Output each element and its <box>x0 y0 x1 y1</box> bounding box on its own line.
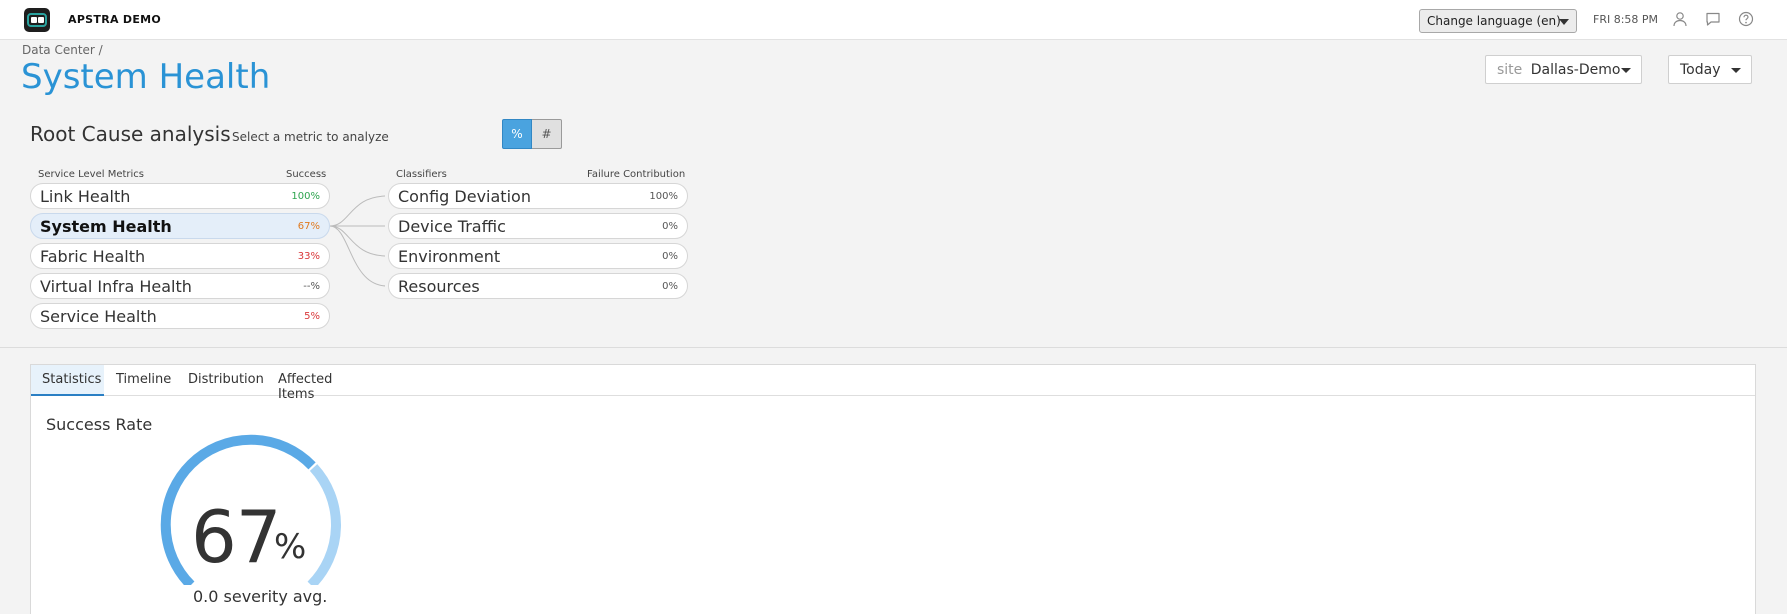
tab-statistics[interactable]: Statistics <box>31 365 104 396</box>
success-rate-unit: % <box>274 527 307 567</box>
top-bar: APSTRA DEMO Change language (en) FRI 8:5… <box>0 0 1787 40</box>
metric-pill-service-health[interactable]: Service Health 5% <box>30 303 330 329</box>
rca-title: Root Cause analysis <box>30 122 231 146</box>
metric-name: Fabric Health <box>40 247 146 266</box>
classifier-failure-value: 0% <box>662 281 678 292</box>
details-panel: Statistics Timeline Distribution Affecte… <box>30 364 1756 614</box>
metric-name: Service Health <box>40 307 157 326</box>
language-select-label: Change language (en) <box>1427 14 1561 28</box>
classifier-pill-resources[interactable]: Resources 0% <box>388 273 688 299</box>
success-column-header: Success <box>286 169 327 180</box>
classifier-failure-value: 100% <box>649 191 678 202</box>
classifier-pill-device-traffic[interactable]: Device Traffic 0% <box>388 213 688 239</box>
metrics-column-header: Service Level Metrics <box>38 169 145 180</box>
classifier-connector-lines <box>329 195 385 287</box>
tab-affected-items[interactable]: Affected Items <box>278 365 368 402</box>
classifier-name: Device Traffic <box>398 217 506 236</box>
chevron-down-icon <box>1621 68 1631 73</box>
classifier-pill-environment[interactable]: Environment 0% <box>388 243 688 269</box>
classifier-failure-value: 0% <box>662 251 678 262</box>
section-divider <box>0 347 1787 348</box>
classifiers-column-header: Classifiers <box>396 169 447 180</box>
metric-success-value: --% <box>303 281 320 292</box>
chat-icon[interactable] <box>1705 11 1721 27</box>
metric-success-value: 5% <box>304 311 320 322</box>
metric-name: Link Health <box>40 187 131 206</box>
metric-success-value: 100% <box>291 191 320 202</box>
time-range-dropdown[interactable]: Today <box>1668 55 1752 84</box>
user-icon[interactable] <box>1672 11 1688 27</box>
clock: FRI 8:58 PM <box>1593 13 1659 26</box>
count-toggle-button[interactable]: # <box>532 119 562 149</box>
chevron-down-icon <box>1559 19 1569 25</box>
percent-toggle-button[interactable]: % <box>502 119 532 149</box>
site-dropdown-label: site <box>1497 62 1523 78</box>
failure-column-header: Failure Contribution <box>587 169 686 180</box>
help-icon[interactable] <box>1738 11 1754 27</box>
classifier-failure-value: 0% <box>662 221 678 232</box>
page-title: System Health <box>21 57 271 97</box>
chevron-down-icon <box>1731 68 1741 73</box>
breadcrumb[interactable]: Data Center / <box>22 43 103 57</box>
metric-pill-link-health[interactable]: Link Health 100% <box>30 183 330 209</box>
site-dropdown[interactable]: site Dallas-Demo <box>1485 55 1642 84</box>
severity-average: 0.0 severity avg. <box>193 587 328 606</box>
brand-name: APSTRA DEMO <box>68 13 162 26</box>
metric-name: Virtual Infra Health <box>40 277 192 296</box>
gauge-track <box>307 464 341 585</box>
metric-pill-virtual-infra-health[interactable]: Virtual Infra Health --% <box>30 273 330 299</box>
tab-bar: Statistics Timeline Distribution Affecte… <box>31 365 1755 402</box>
metric-success-value: 33% <box>297 251 320 262</box>
success-rate-value: 67 <box>191 495 282 579</box>
site-dropdown-value: Dallas-Demo <box>1530 62 1621 78</box>
success-rate-title: Success Rate <box>46 415 153 434</box>
tab-distribution[interactable]: Distribution <box>188 365 264 396</box>
classifier-name: Config Deviation <box>398 187 531 206</box>
classifier-pill-config-deviation[interactable]: Config Deviation 100% <box>388 183 688 209</box>
unit-toggle: % # <box>502 119 562 149</box>
metric-name: System Health <box>40 217 172 236</box>
tab-timeline[interactable]: Timeline <box>116 365 176 396</box>
metric-success-value: 67% <box>297 221 320 232</box>
apstra-logo-icon[interactable] <box>24 8 50 32</box>
language-select[interactable]: Change language (en) <box>1419 9 1577 33</box>
rca-subtitle: Select a metric to analyze <box>232 130 389 144</box>
classifier-name: Environment <box>398 247 501 266</box>
time-range-value: Today <box>1680 62 1721 78</box>
metric-pill-fabric-health[interactable]: Fabric Health 33% <box>30 243 330 269</box>
metric-pill-system-health[interactable]: System Health 67% <box>30 213 330 239</box>
classifier-name: Resources <box>398 277 480 296</box>
